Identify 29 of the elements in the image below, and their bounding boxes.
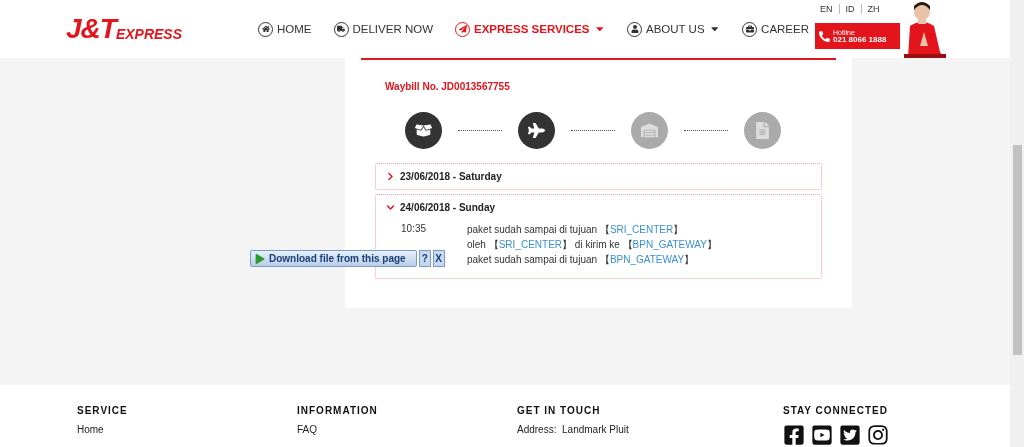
nav-link[interactable]: HOME (258, 21, 312, 37)
event-message: paket sudah sampai di tujuan 【SRI_CENTER】 (467, 223, 685, 237)
footer-link[interactable]: Address: Landmark Pluit (517, 424, 783, 435)
event-message: paket sudah sampai di tujuan 【BPN_GATEWAY】 (467, 253, 696, 267)
date-toggle[interactable]: 24/06/2018 - Sunday (386, 202, 496, 213)
footer-heading: SERVICE (77, 405, 129, 416)
event-time: 10:35 (401, 223, 428, 236)
footer-link[interactable]: FAQ (297, 424, 517, 435)
language-link[interactable]: ID (845, 4, 862, 14)
nav-link[interactable]: EXPRESS SERVICES (455, 21, 605, 37)
date-toggle[interactable]: 23/06/2018 - Saturday (386, 171, 502, 182)
nav-link[interactable]: CAREER (742, 21, 809, 37)
footer-heading: GET IN TOUCH (517, 405, 602, 416)
language-link[interactable]: ZH (867, 4, 886, 14)
hotline-number: 021 8066 1888 (833, 35, 887, 44)
waybill-number: Waybill No. JD0013567755 (385, 81, 511, 92)
location-link[interactable]: SRI_CENTER (609, 224, 674, 235)
footer-heading: INFORMATION (297, 405, 379, 416)
download-button[interactable]: Download file from this page (250, 250, 417, 267)
footer-link[interactable]: Home (77, 424, 297, 435)
nav-link[interactable]: DELIVER NOW (333, 21, 433, 37)
footer-heading: STAY CONNECTED (783, 405, 889, 416)
event-message: oleh 【SRI_CENTER】 di kirim ke 【BPN_GATEWAY】 (467, 238, 718, 252)
language-link[interactable]: EN (820, 4, 840, 14)
location-link[interactable]: BPN_GATEWAY (609, 254, 685, 265)
location-link[interactable]: BPN_GATEWAY (632, 239, 707, 250)
nav-link[interactable]: ABOUT US (627, 21, 721, 37)
location-link[interactable]: SRI_CENTER (498, 239, 563, 250)
jt-express-logo[interactable]: J&TEXPRESS (66, 13, 246, 45)
